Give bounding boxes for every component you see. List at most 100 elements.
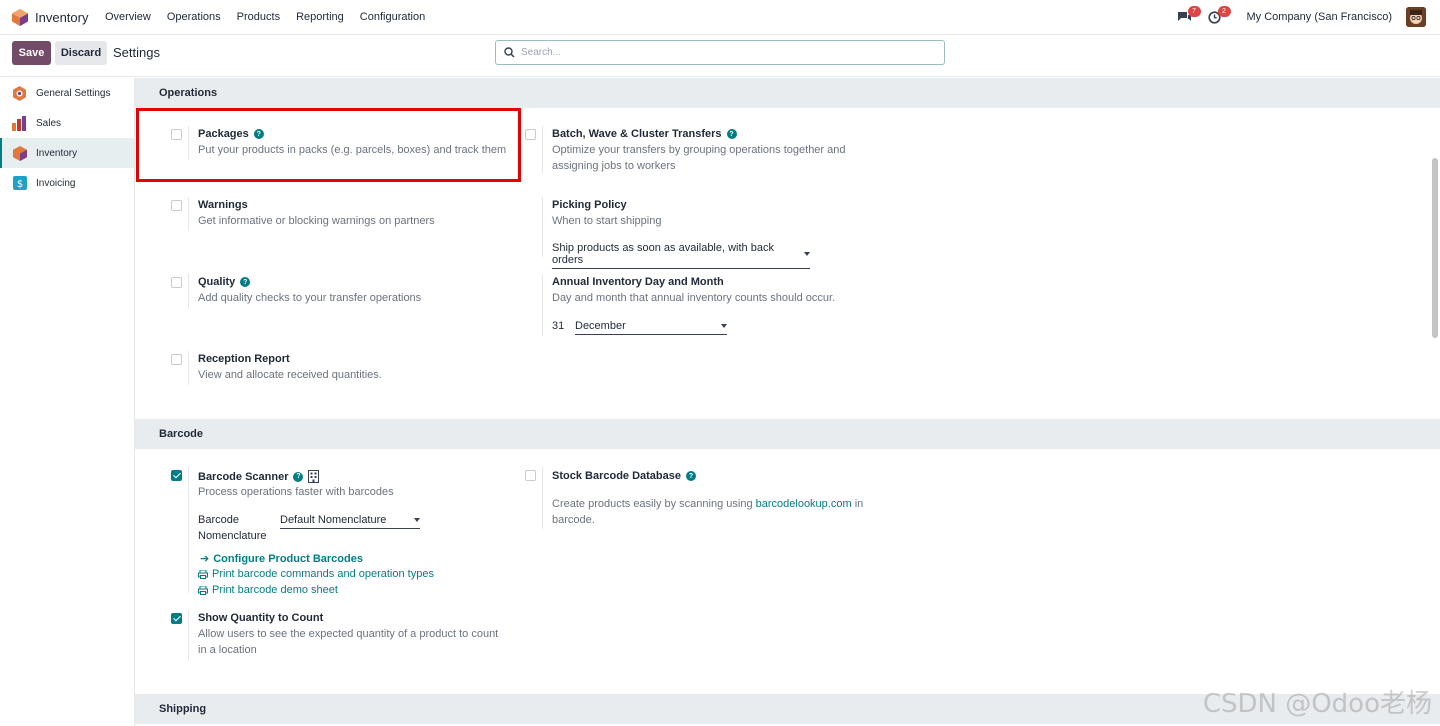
quality-label: Quality	[198, 276, 236, 288]
help-icon[interactable]: ?	[240, 277, 251, 287]
menu-operations[interactable]: Operations	[167, 11, 221, 23]
picking-policy-select[interactable]: Ship products as soon as available, with…	[552, 242, 810, 269]
watermark: CSDN @Odoo老杨	[1202, 689, 1432, 719]
sidebar-item-invoicing[interactable]: $ Invoicing	[0, 168, 134, 198]
app-name[interactable]: Inventory	[35, 10, 88, 25]
user-avatar[interactable]	[1406, 7, 1426, 27]
batch-title: Batch, Wave & Cluster Transfers ?	[552, 128, 737, 140]
picking-policy-value: Ship products as soon as available, with…	[552, 242, 774, 266]
messages-button[interactable]: 7	[1175, 6, 1201, 27]
search-input[interactable]	[521, 47, 921, 58]
arrow-right-icon: ➔	[200, 553, 210, 565]
activities-badge: 2	[1217, 6, 1231, 17]
stock-barcode-db-title: Stock Barcode Database ?	[552, 470, 696, 482]
stock-barcode-db-desc-2: barcode.	[552, 514, 595, 526]
annual-inventory-title: Annual Inventory Day and Month	[552, 276, 724, 288]
highlight-box	[136, 108, 521, 182]
menu-reporting[interactable]: Reporting	[296, 11, 344, 23]
menu-overview[interactable]: Overview	[105, 11, 151, 23]
search-icon	[504, 47, 515, 58]
avatar-face-icon	[1406, 7, 1426, 27]
configure-product-barcodes-link[interactable]: ➔ Configure Product Barcodes	[200, 552, 363, 566]
show-quantity-desc-1: Allow users to see the expected quantity…	[198, 628, 499, 640]
divider	[542, 274, 543, 336]
sidebar-item-sales[interactable]: Sales	[0, 108, 134, 138]
print-commands-label: Print barcode commands and operation typ…	[212, 568, 434, 580]
help-icon[interactable]: ?	[293, 471, 304, 482]
print-demo-label: Print barcode demo sheet	[212, 584, 338, 596]
barcode-scanner-title: Barcode Scanner ?	[198, 470, 320, 483]
warnings-desc: Get informative or blocking warnings on …	[198, 215, 435, 227]
divider	[188, 467, 189, 593]
help-icon[interactable]: ?	[686, 471, 696, 481]
annual-inventory-desc: Day and month that annual inventory coun…	[552, 292, 836, 304]
sidebar-item-inventory[interactable]: Inventory	[0, 138, 134, 168]
show-quantity-desc-2: in a location	[198, 644, 257, 656]
warnings-title: Warnings	[198, 199, 248, 211]
divider	[188, 274, 189, 308]
settings-search[interactable]	[495, 40, 945, 65]
odoo-settings-icon	[12, 85, 27, 101]
section-header-operations: Operations	[135, 78, 1440, 108]
control-panel: Save Discard Settings	[0, 35, 1440, 77]
stock-barcode-db-desc: Create products easily by scanning using…	[552, 496, 863, 512]
messages-badge: 7	[1187, 6, 1201, 17]
help-icon[interactable]: ?	[726, 129, 737, 139]
save-button[interactable]: Save	[12, 41, 51, 65]
nomenclature-label-1: Barcode	[198, 514, 239, 526]
svg-text:$: $	[16, 179, 22, 190]
nomenclature-select[interactable]: Default Nomenclature	[280, 514, 420, 529]
menu-products[interactable]: Products	[237, 11, 280, 23]
divider	[542, 197, 543, 257]
chevron-down-icon	[414, 518, 420, 522]
sidebar-item-label: General Settings	[36, 87, 111, 99]
menu-configuration[interactable]: Configuration	[360, 11, 425, 23]
annual-day-field[interactable]: 31	[552, 320, 569, 334]
show-quantity-title: Show Quantity to Count	[198, 612, 324, 624]
reception-report-desc: View and allocate received quantities.	[198, 369, 382, 381]
nomenclature-label-2: Nomenclature	[198, 530, 267, 542]
invoicing-icon: $	[12, 176, 27, 191]
divider	[542, 126, 543, 174]
scrollbar[interactable]	[1432, 158, 1438, 338]
inventory-app-icon[interactable]	[12, 9, 28, 26]
reception-report-checkbox[interactable]	[171, 354, 182, 365]
print-barcode-demo-link[interactable]: Print barcode demo sheet	[198, 584, 338, 596]
annual-day-value: 31	[552, 320, 565, 332]
barcode-scanner-desc: Process operations faster with barcodes	[198, 486, 394, 498]
divider	[188, 197, 189, 231]
stock-barcode-db-label: Stock Barcode Database	[552, 470, 681, 482]
company-switcher[interactable]: My Company (San Francisco)	[1247, 11, 1393, 23]
divider	[188, 610, 189, 660]
barcode-scanner-checkbox[interactable]	[171, 470, 182, 481]
sidebar-item-label: Inventory	[36, 147, 78, 159]
stock-barcode-db-checkbox[interactable]	[525, 470, 536, 481]
nomenclature-value: Default Nomenclature	[280, 514, 387, 526]
annual-month-select[interactable]: December	[575, 320, 727, 335]
barcode-scanner-label: Barcode Scanner	[198, 470, 289, 483]
discard-button[interactable]: Discard	[55, 41, 107, 65]
printer-icon	[198, 569, 208, 579]
navbar-systray: 7 2 My Company (San Francisco)	[1175, 6, 1426, 27]
reception-report-title: Reception Report	[198, 353, 290, 365]
top-navbar: Inventory Overview Operations Products R…	[0, 0, 1440, 35]
printer-icon	[198, 585, 208, 595]
quality-checkbox[interactable]	[171, 277, 182, 288]
stock-db-desc-prefix: Create products easily by scanning using	[552, 498, 753, 510]
warnings-checkbox[interactable]	[171, 200, 182, 211]
activities-button[interactable]: 2	[1205, 6, 1231, 27]
chevron-down-icon	[721, 324, 727, 328]
sidebar-item-label: Invoicing	[36, 177, 76, 189]
barcodelookup-link[interactable]: barcodelookup.com	[756, 498, 852, 510]
divider	[188, 351, 189, 385]
settings-sidebar: General Settings Sales Inventory $ Invoi…	[0, 78, 135, 726]
batch-desc-1: Optimize your transfers by grouping oper…	[552, 144, 846, 156]
batch-transfers-checkbox[interactable]	[525, 129, 536, 140]
inventory-box-icon	[12, 145, 27, 161]
sidebar-item-general-settings[interactable]: General Settings	[0, 78, 134, 108]
chevron-down-icon	[804, 252, 810, 256]
show-quantity-checkbox[interactable]	[171, 613, 182, 624]
picking-policy-desc: When to start shipping	[552, 215, 662, 227]
print-barcode-commands-link[interactable]: Print barcode commands and operation typ…	[198, 568, 434, 580]
sales-chart-icon	[12, 115, 27, 131]
